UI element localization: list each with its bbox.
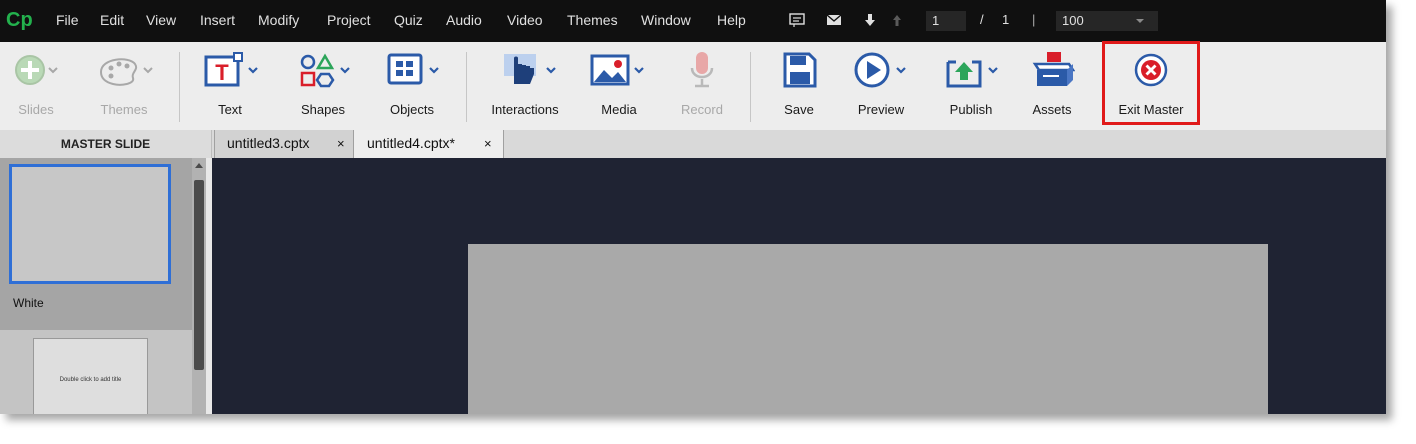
toolbar-separator <box>466 52 467 122</box>
caption-icon[interactable] <box>789 13 805 27</box>
publish-button[interactable]: Publish <box>938 42 1004 130</box>
preview-button[interactable]: Preview <box>850 42 912 130</box>
record-button[interactable]: Record <box>674 42 730 130</box>
text-button[interactable]: T Text <box>200 42 260 130</box>
app-logo: Cp <box>6 9 33 31</box>
master-slide-name: White <box>13 296 44 310</box>
tab-close-icon[interactable]: × <box>484 130 492 157</box>
upload-arrow-icon[interactable] <box>889 13 905 27</box>
shapes-label: Shapes <box>300 102 346 117</box>
preview-label: Preview <box>857 102 905 117</box>
tab-row: MASTER SLIDE untitled3.cptx × untitled4.… <box>0 130 1386 158</box>
microphone-icon <box>690 52 714 88</box>
record-label: Record <box>681 102 723 117</box>
master-slide-panel-header: MASTER SLIDE <box>0 130 212 158</box>
tab-untitled4[interactable]: untitled4.cptx* × <box>354 130 504 158</box>
text-caption-icon: T <box>204 52 258 87</box>
interactions-label: Interactions <box>491 102 559 117</box>
menu-video[interactable]: Video <box>507 12 543 28</box>
exit-master-highlight-box <box>1102 41 1200 125</box>
download-arrow-icon[interactable] <box>862 13 878 27</box>
save-label: Save <box>784 102 814 117</box>
interactions-button[interactable]: Interactions <box>484 42 566 130</box>
media-button[interactable]: Media <box>588 42 650 130</box>
themes-label: Themes <box>100 102 148 117</box>
menu-edit[interactable]: Edit <box>100 12 124 28</box>
current-page-field[interactable]: 1 <box>926 11 966 31</box>
objects-icon <box>387 53 439 85</box>
objects-button[interactable]: Objects <box>378 42 446 130</box>
floppy-disk-icon <box>783 52 817 88</box>
menubar-divider: | <box>1032 12 1036 27</box>
media-label: Media <box>601 102 637 117</box>
objects-label: Objects <box>389 102 435 117</box>
add-slide-icon <box>15 55 58 85</box>
stage-area <box>212 158 1386 414</box>
shapes-button[interactable]: Shapes <box>290 42 356 130</box>
shapes-icon <box>300 53 350 88</box>
menu-audio[interactable]: Audio <box>446 12 482 28</box>
image-icon <box>590 54 644 86</box>
menu-window[interactable]: Window <box>641 12 691 28</box>
menu-modify[interactable]: Modify <box>258 12 299 28</box>
layout-slide-thumbnail[interactable]: Double click to add title <box>33 338 148 414</box>
menu-help[interactable]: Help <box>717 12 746 28</box>
tab-label: untitled4.cptx* <box>367 135 455 151</box>
page-separator: / <box>980 12 984 27</box>
menu-quiz[interactable]: Quiz <box>394 12 423 28</box>
tab-close-icon[interactable]: × <box>337 130 345 157</box>
themes-button[interactable]: Themes <box>88 42 160 130</box>
slides-label: Slides <box>18 102 54 117</box>
menu-bar: Cp File Edit View Insert Modify Project … <box>0 0 1386 42</box>
captivate-window: Cp File Edit View Insert Modify Project … <box>0 0 1386 414</box>
master-slide-thumbnail[interactable]: White <box>0 158 192 330</box>
total-pages: 1 <box>1002 12 1010 27</box>
publish-upload-icon <box>946 60 998 88</box>
play-icon <box>854 52 906 88</box>
tab-untitled3[interactable]: untitled3.cptx × <box>214 130 354 158</box>
menu-file[interactable]: File <box>56 12 79 28</box>
master-slide-panel: White Double click to add title <box>0 158 212 414</box>
menu-themes[interactable]: Themes <box>567 12 618 28</box>
text-label: Text <box>218 102 242 117</box>
panel-scrollbar[interactable] <box>192 158 206 414</box>
toolbar-separator <box>179 52 180 122</box>
layout-placeholder-text: Double click to add title <box>59 377 122 383</box>
scrollbar-thumb[interactable] <box>194 180 204 370</box>
selected-thumbnail-frame <box>9 164 171 284</box>
assets-button[interactable]: Assets <box>1024 42 1080 130</box>
save-button[interactable]: Save <box>772 42 826 130</box>
menu-project[interactable]: Project <box>327 12 371 28</box>
scroll-up-arrow-icon[interactable] <box>195 163 203 168</box>
slide-canvas[interactable] <box>468 244 1268 414</box>
tab-label: untitled3.cptx <box>227 135 310 151</box>
publish-label: Publish <box>949 102 993 117</box>
palette-icon <box>99 58 153 86</box>
menu-view[interactable]: View <box>146 12 176 28</box>
slides-button[interactable]: Slides <box>6 42 66 130</box>
zoom-dropdown-icon[interactable] <box>1135 18 1145 24</box>
assets-box-icon <box>1032 52 1075 86</box>
svg-text:T: T <box>215 60 229 85</box>
toolbar-separator <box>750 52 751 122</box>
interaction-hand-icon <box>504 54 556 84</box>
assets-label: Assets <box>1032 102 1072 117</box>
menu-insert[interactable]: Insert <box>200 12 235 28</box>
email-icon[interactable] <box>826 13 842 27</box>
